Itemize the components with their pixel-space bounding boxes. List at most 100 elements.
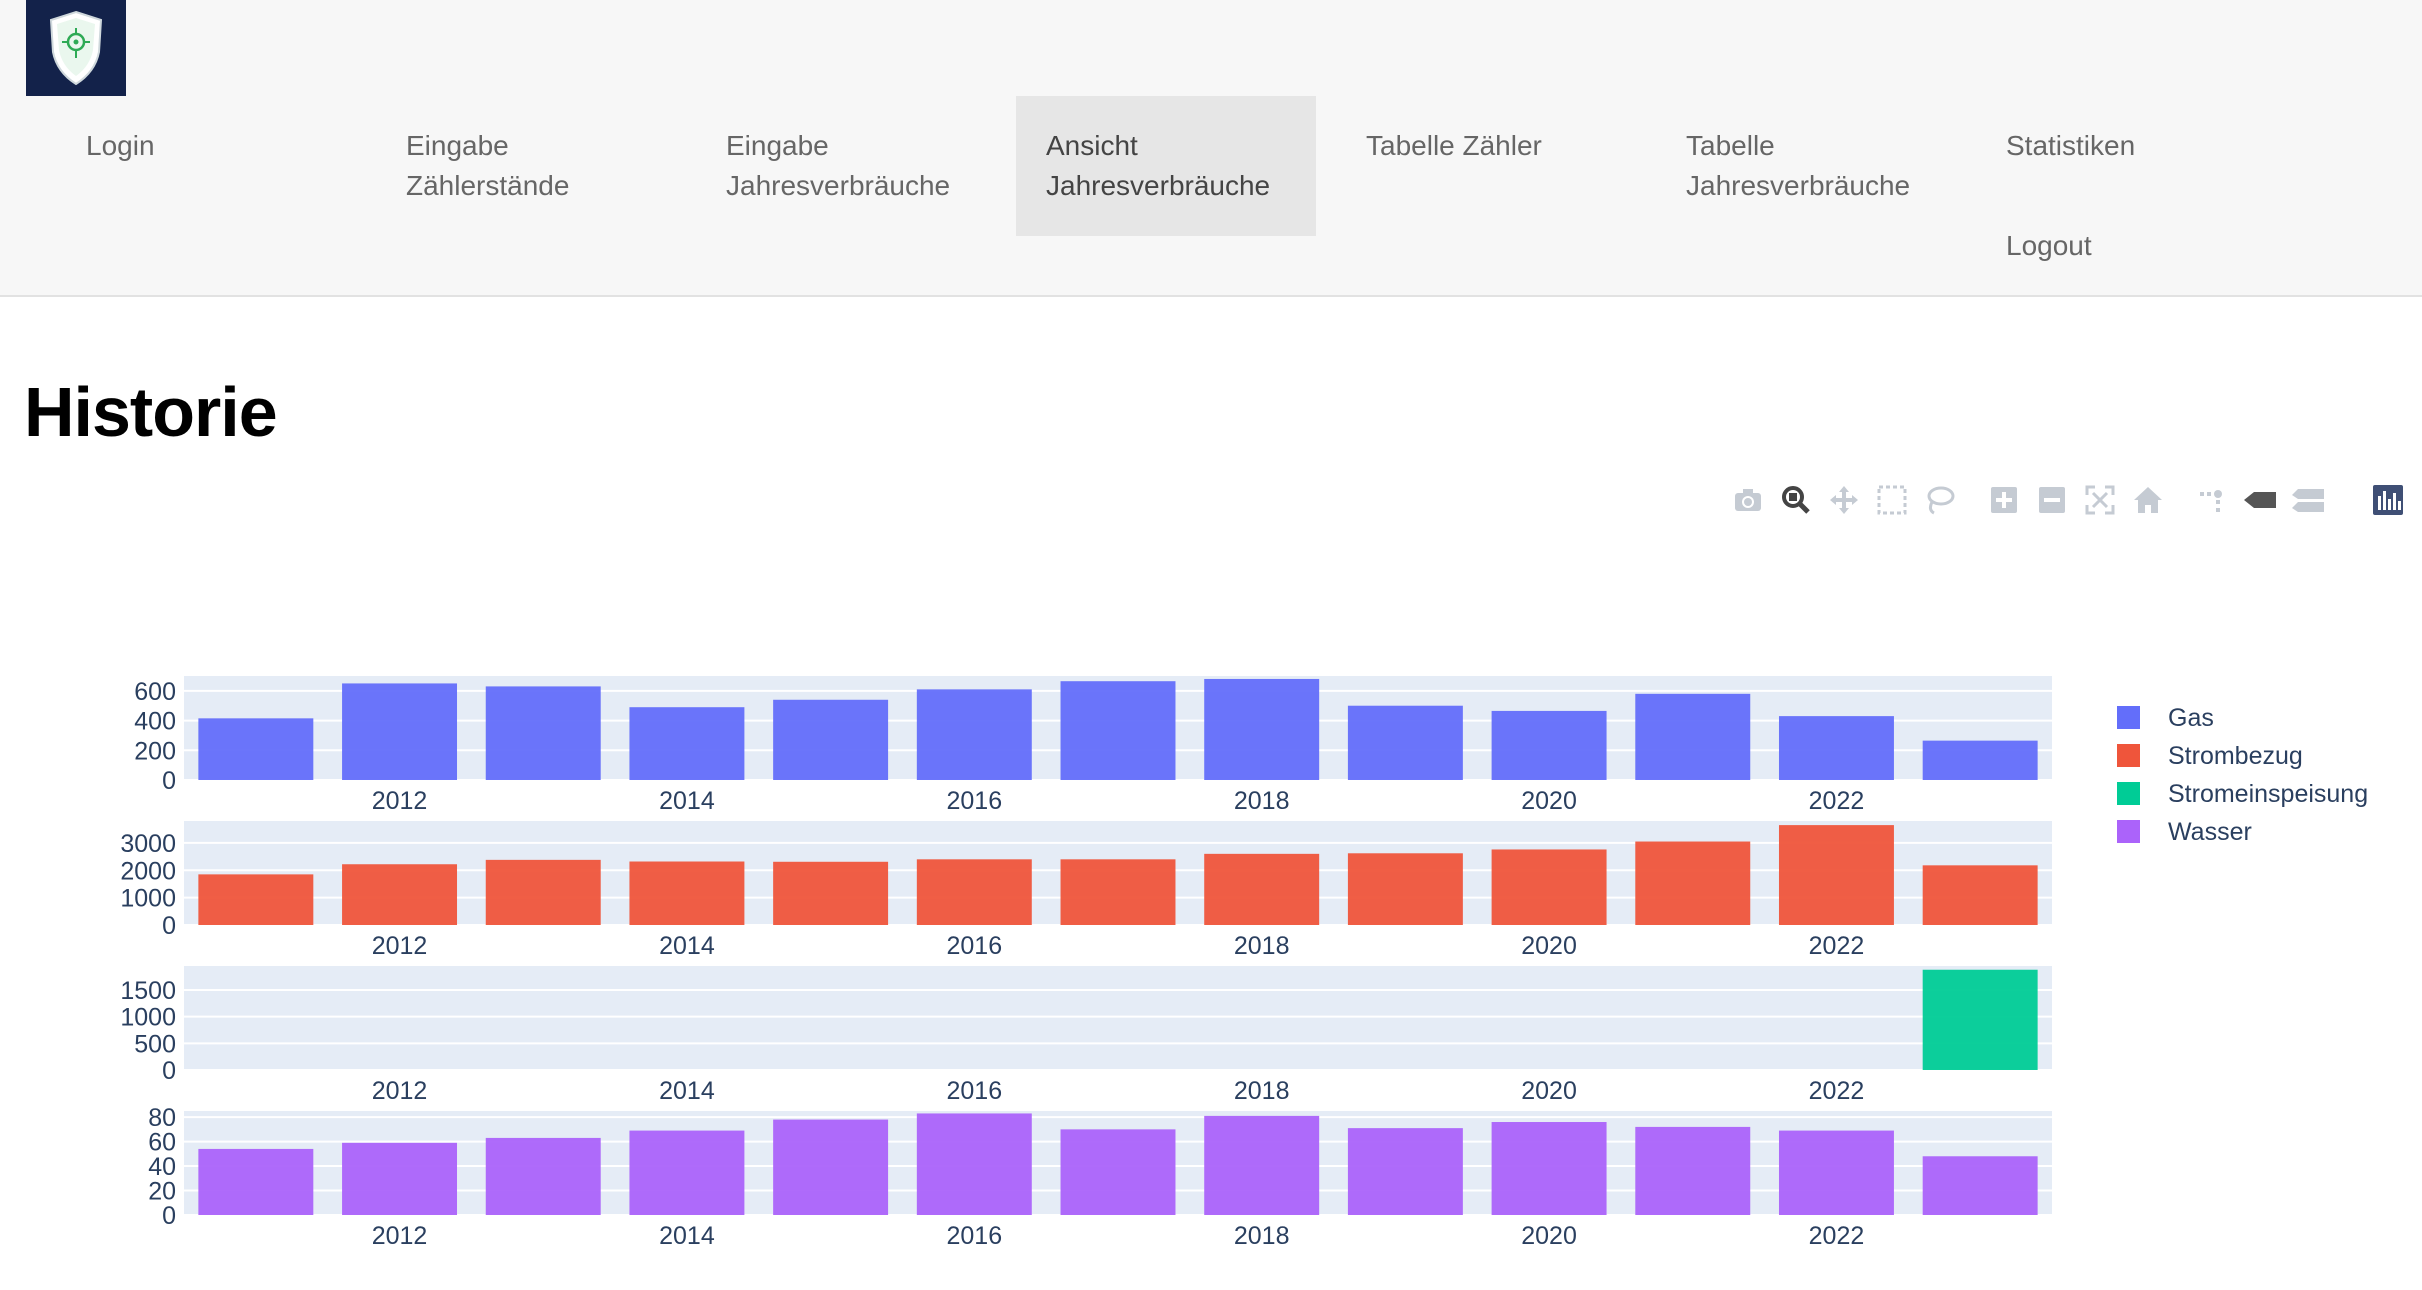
y-tick-label: 0 (162, 912, 176, 940)
bar-strombezug-2014 (629, 861, 745, 925)
nav-tabelle-jahresverbraeuche[interactable]: Tabelle Jahresverbräuche (1686, 126, 1910, 206)
x-tick-label: 2014 (659, 932, 715, 960)
pan-icon[interactable] (1824, 480, 1864, 520)
nav-label-line2: Zählerstände (406, 170, 570, 201)
bar-gas-2020 (1491, 710, 1607, 780)
bar-wasser-2021 (1635, 1126, 1751, 1215)
bar-strombezug-2018 (1204, 853, 1320, 925)
nav-ansicht-jahresverbraeuche[interactable]: Ansicht Jahresverbräuche (1016, 96, 1316, 236)
bar-wasser-2015 (773, 1119, 889, 1215)
x-tick-label: 2018 (1234, 787, 1290, 815)
bar-wasser-2022 (1778, 1130, 1894, 1215)
x-tick-label: 2020 (1521, 1222, 1577, 1250)
bar-gas-2019 (1347, 705, 1463, 780)
y-tick-label: 400 (134, 708, 176, 736)
legend-swatch-strombezug (2117, 744, 2140, 767)
zoom-icon[interactable] (1776, 480, 1816, 520)
spike-lines-icon[interactable] (2192, 480, 2232, 520)
nav-statistiken[interactable]: Statistiken (2006, 126, 2135, 166)
x-tick-label: 2020 (1521, 1077, 1577, 1105)
bar-strombezug-2023 (1922, 865, 2038, 925)
x-tick-label: 2014 (659, 1222, 715, 1250)
y-tick-label: 20 (148, 1178, 176, 1206)
plotly-modebar (1728, 480, 2408, 524)
bar-wasser-2016 (916, 1113, 1032, 1215)
nav-eingabe-zaehlerstaende[interactable]: Eingabe Zählerstände (406, 126, 569, 206)
nav-eingabe-jahresverbraeuche[interactable]: Eingabe Jahresverbräuche (726, 126, 950, 206)
bar-wasser-2019 (1347, 1128, 1463, 1215)
reset-axes-icon[interactable] (2128, 480, 2168, 520)
y-tick-label: 0 (162, 1202, 176, 1230)
bar-stromeinspeisung-2023 (1922, 969, 2038, 1070)
nav-label-line2: Jahresverbräuche (1686, 170, 1911, 201)
y-tick-label: 0 (162, 767, 176, 795)
nav-label-line2: Jahresverbräuche (726, 170, 951, 201)
y-tick-label: 0 (162, 1057, 176, 1085)
legend-item-stromeinspeisung: Stromeinspeisung (2168, 780, 2368, 808)
bar-gas-2011 (198, 718, 314, 780)
legend-item-gas: Gas (2168, 704, 2214, 732)
x-tick-label: 2012 (372, 787, 428, 815)
page-title: Historie (24, 373, 278, 451)
nav-label-line1: Tabelle Zähler (1366, 130, 1542, 161)
bar-gas-2017 (1060, 681, 1176, 780)
box-select-icon[interactable] (1872, 480, 1912, 520)
x-tick-label: 2020 (1521, 932, 1577, 960)
plotly-logo-icon[interactable] (2368, 480, 2408, 520)
logo[interactable] (26, 0, 126, 96)
bar-strombezug-2021 (1635, 841, 1751, 925)
y-tick-label: 3000 (120, 830, 176, 858)
x-tick-label: 2012 (372, 1222, 428, 1250)
lasso-select-icon[interactable] (1920, 480, 1960, 520)
y-tick-label: 500 (134, 1030, 176, 1058)
x-tick-label: 2022 (1809, 1077, 1865, 1105)
x-tick-label: 2014 (659, 787, 715, 815)
nav-login[interactable]: Login (86, 126, 155, 166)
nav-tabelle-zaehler[interactable]: Tabelle Zähler (1366, 126, 1542, 166)
nav-logout[interactable]: Logout (2006, 226, 2092, 266)
nav-label-line1: Statistiken (2006, 130, 2136, 161)
bar-wasser-2017 (1060, 1129, 1176, 1215)
bar-strombezug-2017 (1060, 859, 1176, 925)
x-tick-label: 2022 (1809, 932, 1865, 960)
bar-strombezug-2015 (773, 861, 889, 925)
zoom-out-icon[interactable] (2032, 480, 2072, 520)
bar-wasser-2011 (198, 1148, 314, 1215)
y-tick-label: 200 (134, 737, 176, 765)
bar-wasser-2013 (485, 1137, 601, 1215)
bar-wasser-2012 (342, 1142, 458, 1215)
y-tick-label: 40 (148, 1153, 176, 1181)
bar-gas-2021 (1635, 693, 1751, 780)
autoscale-icon[interactable] (2080, 480, 2120, 520)
bar-strombezug-2022 (1778, 825, 1894, 925)
hover-closest-icon[interactable] (2240, 480, 2280, 520)
x-tick-label: 2022 (1809, 787, 1865, 815)
y-tick-label: 1500 (120, 977, 176, 1005)
nav-label-line1: Eingabe (726, 130, 829, 161)
bar-gas-2023 (1922, 740, 2038, 780)
legend-swatch-gas (2117, 706, 2140, 729)
bar-strombezug-2013 (485, 859, 601, 925)
bar-strombezug-2020 (1491, 849, 1607, 925)
bar-gas-2022 (1778, 716, 1894, 780)
nav-label-line1: Tabelle (1686, 130, 1775, 161)
navbar: Login Eingabe Zählerstände Eingabe Jahre… (0, 0, 2422, 297)
bar-wasser-2018 (1204, 1115, 1320, 1215)
zoom-in-icon[interactable] (1984, 480, 2024, 520)
legend-item-wasser: Wasser (2168, 818, 2252, 846)
y-tick-label: 2000 (120, 857, 176, 885)
y-tick-label: 1000 (120, 1004, 176, 1032)
x-tick-label: 2012 (372, 932, 428, 960)
bar-gas-2016 (916, 689, 1032, 780)
legend-item-strombezug: Strombezug (2168, 742, 2303, 770)
nav-login-label: Login (86, 130, 155, 161)
camera-icon[interactable] (1728, 480, 1768, 520)
x-tick-label: 2018 (1234, 932, 1290, 960)
bar-wasser-2020 (1491, 1122, 1607, 1215)
shield-logo-icon (49, 10, 103, 86)
y-tick-label: 1000 (120, 885, 176, 913)
bar-gas-2012 (342, 683, 458, 780)
hover-compare-icon[interactable] (2288, 480, 2328, 520)
bar-gas-2018 (1204, 678, 1320, 780)
nav-label-line1: Ansicht (1046, 130, 1138, 161)
